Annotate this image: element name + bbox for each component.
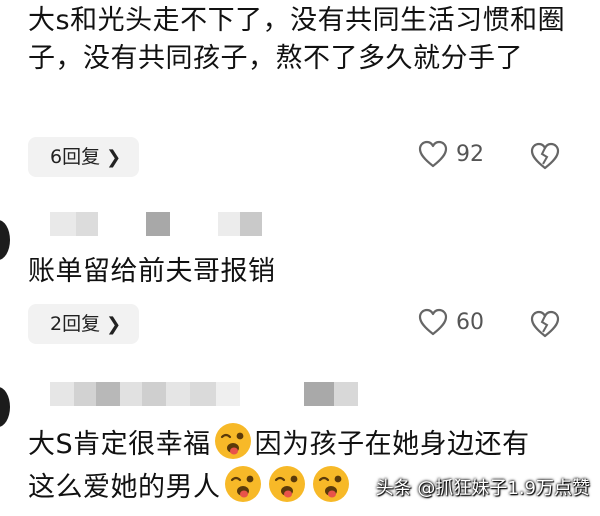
reply-button[interactable]: 2回复 ❯ <box>28 304 140 344</box>
comment-text: 大s和光头走不下了，没有共同生活习惯和圈子，没有共同孩子，熬不了多久就分手了 <box>28 5 566 74</box>
chevron-right-icon: ❯ <box>106 147 122 168</box>
heart-outline-icon <box>418 308 448 336</box>
like-count: 60 <box>456 309 484 335</box>
comment-1: 大s和光头走不下了，没有共同生活习惯和圈子，没有共同孩子，熬不了多久就分手了 6… <box>0 0 600 190</box>
like-button[interactable]: 60 <box>418 308 484 336</box>
chevron-right-icon: ❯ <box>106 314 122 335</box>
comment-text-part2: 因为孩子在她身边还有 <box>254 429 530 460</box>
winking-tongue-emoji-icon <box>312 466 349 502</box>
comment-text: 账单留给前夫哥报销 <box>28 256 276 287</box>
heart-outline-icon <box>418 140 448 168</box>
reply-button[interactable]: 6回复 ❯ <box>28 137 140 177</box>
winking-tongue-emoji-icon <box>214 423 251 459</box>
broken-heart-icon[interactable] <box>530 310 560 338</box>
like-count: 92 <box>456 141 484 167</box>
winking-tongue-emoji-icon <box>224 466 261 502</box>
winking-tongue-emoji-icon <box>268 466 305 502</box>
watermark: 头条 @抓狂妹子1.9万点赞 <box>375 478 590 499</box>
avatar[interactable] <box>0 387 10 427</box>
comment-2: 账单留给前夫哥报销 2回复 ❯ 60 <box>0 195 600 365</box>
reply-label: 6回复 <box>50 146 101 168</box>
avatar[interactable] <box>0 220 10 260</box>
comment-text-part3: 这么爱她的男人 <box>28 472 221 503</box>
reply-label: 2回复 <box>50 313 101 335</box>
like-button[interactable]: 92 <box>418 140 484 168</box>
broken-heart-icon[interactable] <box>530 142 560 170</box>
comment-text-part1: 大S肯定很幸福 <box>28 429 211 460</box>
